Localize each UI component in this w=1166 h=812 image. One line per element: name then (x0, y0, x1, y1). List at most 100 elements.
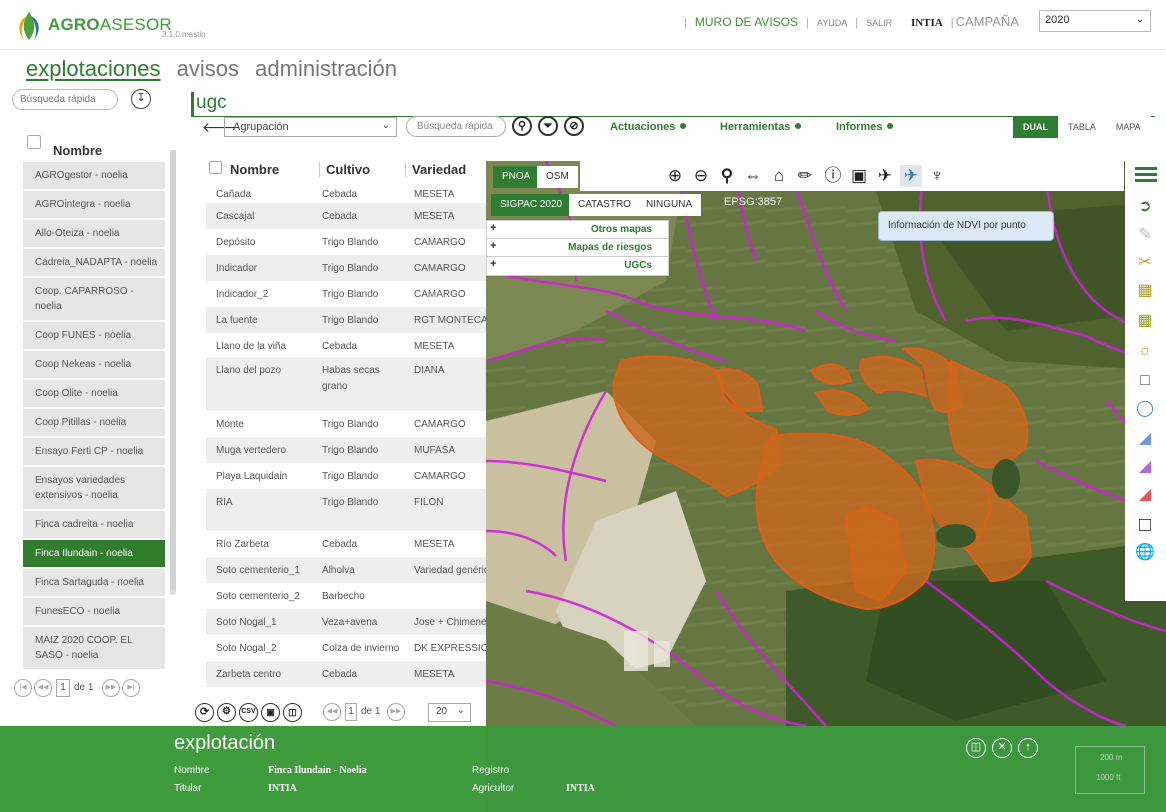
table-search-input[interactable]: Búsqueda rápida (406, 116, 506, 137)
col-variedad[interactable]: Variedad (405, 162, 466, 177)
zoom-out-icon[interactable]: ⊖ (690, 165, 712, 187)
ayuda-link[interactable]: AYUDA (817, 18, 847, 28)
menu-informes[interactable]: Informes (836, 121, 894, 133)
table-row[interactable]: Llano del pozo Habas secas grano DIANA (206, 357, 486, 411)
edit-icon[interactable]: ✎ (1133, 223, 1157, 247)
table-row[interactable]: Indicador Trigo Blando CAMARGO (206, 255, 486, 281)
list-item[interactable]: Ensayos variedades extensivos - noelia (23, 467, 165, 511)
table-row[interactable]: Soto cementerio_2 Barbecho (206, 583, 486, 609)
select-all-checkbox[interactable] (27, 135, 41, 149)
list-item[interactable]: Finca Ilundain - noelia (23, 540, 165, 569)
list-item[interactable]: Allo-Oteiza - noelia (23, 220, 165, 249)
refresh-icon[interactable]: ⟳ (195, 703, 214, 722)
menu-herramientas[interactable]: Herramientas (720, 121, 802, 133)
overlay-sigpac-tab[interactable]: SIGPAC 2020 (491, 194, 572, 216)
left-scrollbar[interactable] (170, 150, 176, 595)
shape-blue-icon[interactable]: ◢ (1133, 427, 1157, 451)
next-page-icon[interactable]: ▶▶ (102, 679, 120, 697)
table-page-input[interactable]: 1 (345, 703, 357, 721)
layer-ugcs[interactable]: + UGCs (487, 257, 668, 275)
list-item[interactable]: AGROgestor - noelia (23, 162, 165, 191)
list-item[interactable]: Coop Olite - noelia (23, 380, 165, 409)
table-row[interactable]: Monte Trigo Blando CAMARGO (206, 411, 486, 437)
cut-icon[interactable]: ✂ (1133, 251, 1157, 275)
export-icon[interactable]: ➲ (1133, 195, 1157, 219)
campaign-select[interactable]: 2020 ⌄ (1039, 10, 1151, 32)
overlay-ninguna-tab[interactable]: NINGUNA (637, 194, 702, 216)
prev-page-icon[interactable]: ◀◀ (34, 679, 52, 697)
menu-icon[interactable] (1135, 167, 1157, 183)
table-row[interactable]: Llano de la viña Cebada MESETA (206, 333, 486, 357)
list-item[interactable]: Cadreia_NADAPTA - noelia (23, 249, 165, 278)
globe-icon[interactable]: 🌐 (1133, 541, 1157, 565)
clear-filter-icon[interactable]: ⊘ (564, 116, 584, 136)
compass-icon[interactable]: ☼ (1133, 339, 1157, 363)
list-item[interactable]: Coop. CAPARROSO - noelia (23, 278, 165, 322)
list-item[interactable]: Finca cadreita - noelia (23, 511, 165, 540)
zoom-in-icon[interactable]: ⊕ (664, 165, 686, 187)
first-page-icon[interactable]: |◀ (14, 679, 32, 697)
table-row[interactable]: Río Zarbeta Cebada MESETA (206, 531, 486, 557)
polygon-icon[interactable]: ⌂ (768, 165, 790, 187)
list-item[interactable]: AGROintegra - noelia (23, 191, 165, 220)
table-row[interactable]: Soto cementerio_1 Alholva Variedad genéric… (206, 557, 486, 583)
table-select-all-checkbox[interactable] (209, 161, 222, 174)
table-row[interactable]: Cascajal Cebada MESETA (206, 203, 486, 229)
base-osm-tab[interactable]: OSM (537, 166, 578, 188)
map-edit-2-icon[interactable]: ▦ (1133, 309, 1157, 333)
list-item[interactable]: Coop Pitillas - noelia (23, 409, 165, 438)
download-icon[interactable]: ↧ (131, 89, 151, 109)
circle-target-icon[interactable]: ◯ (1133, 397, 1157, 421)
table-row[interactable]: Muga vertedero Trigo Blando MUFASA (206, 437, 486, 463)
settings-icon[interactable]: ⚙ (217, 703, 236, 722)
prev-page-icon[interactable]: ◀◀ (323, 703, 341, 721)
view-mapa-button[interactable]: MAPA (1105, 116, 1151, 138)
page-size-select[interactable]: 20 ⌄ (428, 703, 471, 722)
list-item[interactable]: Ensayo Ferti CP - noelia (23, 438, 165, 467)
last-page-icon[interactable]: ▶| (122, 679, 140, 697)
table-row[interactable]: La fuente Trigo Blando RGT MONTECARLO (206, 307, 486, 333)
drone-icon[interactable]: ♆ (926, 165, 948, 187)
base-pnoa-tab[interactable]: PNOA (493, 166, 540, 188)
col-nombre[interactable]: Nombre (224, 162, 279, 177)
agrupacion-select[interactable]: Agrupación ⌄ (224, 117, 397, 137)
info-icon[interactable]: ⓘ (822, 165, 844, 187)
layer-otros-mapas[interactable]: + Otros mapas (487, 221, 668, 239)
table-row[interactable]: Playa Laquidain Trigo Blando CAMARGO (206, 463, 486, 489)
layer-mapas-riesgos[interactable]: + Mapas de riesgos (487, 239, 668, 257)
shape-red-icon[interactable]: ◢ (1133, 483, 1157, 507)
table-row[interactable]: RIA Trigo Blando FILON (206, 489, 486, 531)
next-page-icon[interactable]: ▶▶ (387, 703, 405, 721)
filter-icon[interactable]: ⇔ (742, 165, 764, 187)
delete-icon[interactable]: ◫ (283, 703, 302, 722)
left-search-input[interactable]: Búsqueda rápida (12, 89, 118, 110)
table-row[interactable]: Zarbeta centro Cebada MESETA (206, 661, 486, 687)
ruler-icon[interactable]: ✏ (794, 165, 816, 187)
brand-name[interactable]: AGROASESOR (48, 15, 172, 35)
list-item[interactable]: FunesECO - noelia (23, 598, 165, 627)
frame-icon[interactable]: □ (1133, 369, 1157, 393)
ndvi-satellite-icon[interactable]: ✈ (900, 165, 922, 187)
nav-administracion[interactable]: administración (255, 56, 397, 81)
col-cultivo[interactable]: Cultivo (319, 162, 370, 177)
filter-icon[interactable]: ⏷ (538, 116, 558, 136)
table-row[interactable]: Soto Nogal_2 Colza de invierno DK EXPRESSI… (206, 635, 486, 661)
nav-avisos[interactable]: avisos (177, 56, 239, 81)
arrow-up-icon[interactable]: ↑ (1018, 738, 1038, 758)
map-edit-icon[interactable]: ▦ (1133, 279, 1157, 303)
nav-explotaciones[interactable]: explotaciones (26, 56, 161, 81)
csv-icon[interactable]: CSV (239, 703, 258, 722)
zoom-extent-icon[interactable]: ⚲ (716, 165, 738, 187)
delete-icon[interactable]: ◫ (966, 738, 986, 758)
save-icon[interactable]: ▣ (261, 703, 280, 722)
muro-avisos-link[interactable]: MURO DE AVISOS (695, 15, 798, 29)
list-item[interactable]: Coop Nekeas - noelia (23, 351, 165, 380)
search-icon[interactable]: ⚲ (512, 116, 532, 136)
view-dual-button[interactable]: DUAL (1013, 116, 1058, 138)
square-icon[interactable]: □ (1133, 513, 1157, 537)
page-number-input[interactable]: 1 (56, 679, 70, 697)
satellite-icon[interactable]: ✈ (874, 165, 896, 187)
view-tabla-button[interactable]: TABLA (1058, 116, 1106, 138)
salir-link[interactable]: SALIR (866, 18, 892, 28)
binoculars-icon[interactable]: ▣ (848, 165, 870, 187)
